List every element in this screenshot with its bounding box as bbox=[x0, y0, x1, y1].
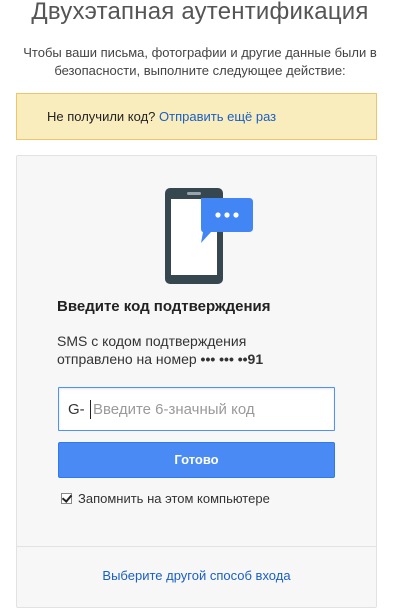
page-title: Двухэтапная аутентификация bbox=[31, 0, 369, 25]
verification-card: Введите код подтверждения SMS с кодом по… bbox=[16, 155, 377, 608]
code-field[interactable]: G- bbox=[58, 387, 335, 431]
verification-code-input[interactable] bbox=[91, 389, 330, 429]
code-prefix: G- bbox=[68, 401, 85, 418]
resend-code-link[interactable]: Отправить ещё раз bbox=[159, 109, 276, 124]
sms-info-line2: отправлено на номер bbox=[57, 351, 197, 367]
masked-phone-number: ••• ••• ••91 bbox=[200, 351, 264, 367]
verification-heading: Введите код подтверждения bbox=[57, 298, 271, 315]
remember-label: Запомнить на этом компьютере bbox=[78, 490, 270, 506]
remember-checkbox[interactable] bbox=[61, 492, 72, 504]
resend-notice-text: Не получили код? bbox=[47, 109, 156, 124]
card-divider bbox=[17, 546, 376, 547]
submit-button[interactable]: Готово bbox=[58, 442, 335, 478]
page-subtitle: Чтобы ваши письма, фотографии и другие д… bbox=[23, 45, 377, 78]
phone-sms-icon bbox=[163, 186, 255, 286]
remember-computer-option[interactable]: Запомнить на этом компьютере bbox=[61, 490, 270, 506]
other-sign-in-method-link[interactable]: Выберите другой способ входа bbox=[17, 568, 376, 583]
resend-notice: Не получили код? Отправить ещё раз bbox=[16, 93, 377, 140]
sms-info-line1: SMS с кодом подтверждения bbox=[57, 333, 247, 349]
sms-info: SMS с кодом подтверждения отправлено на … bbox=[57, 332, 347, 368]
